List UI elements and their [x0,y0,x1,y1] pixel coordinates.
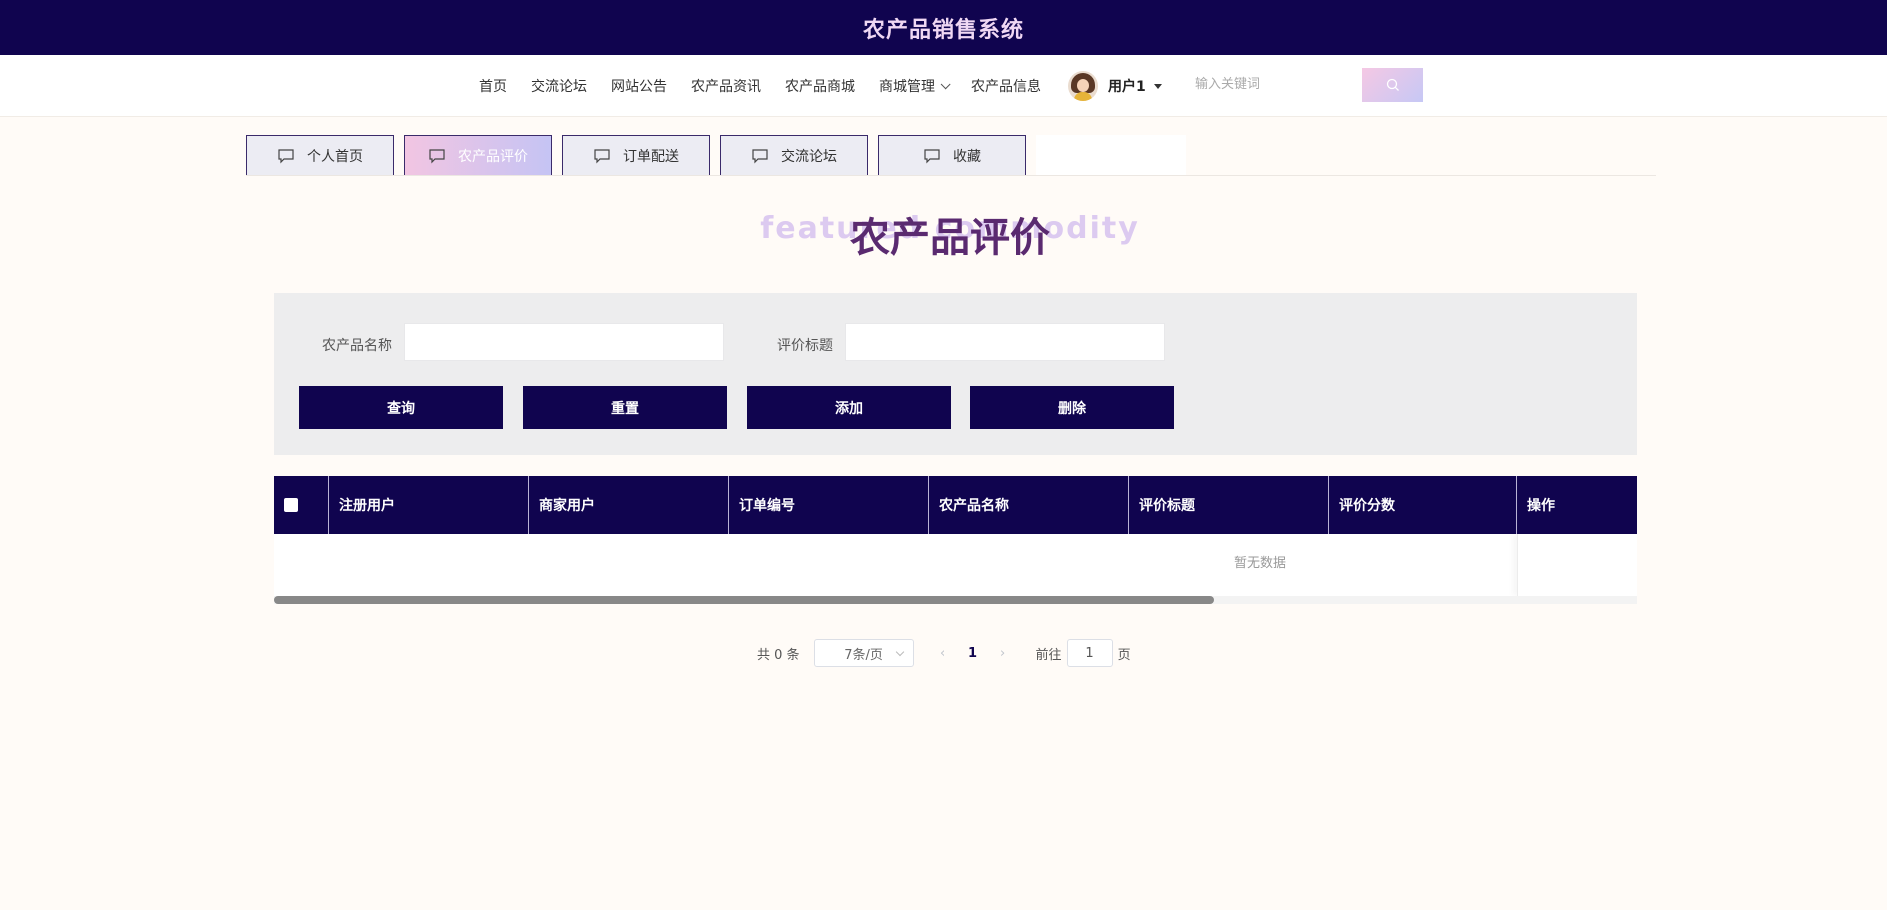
next-page-button[interactable]: › [988,639,1018,667]
goto-label: 前往 [1035,647,1062,663]
data-table: 注册用户 商家用户 订单编号 农产品名称 评价标题 评价分数 操作 暂无数据 [274,476,1637,604]
empty-state-text: 暂无数据 [1234,556,1287,571]
tab-personal-home[interactable]: 个人首页 [246,135,394,176]
review-title-label: 评价标题 [777,338,833,354]
page-suffix: 页 [1117,647,1131,663]
caret-down-icon [1153,83,1162,89]
select-all-cell [274,476,329,534]
tab-bar: 个人首页 农产品评价 订单配送 交流论坛 收藏 [246,135,1186,176]
product-name-label: 农产品名称 [322,338,392,354]
message-icon [752,148,768,163]
filter-panel: 农产品名称 评价标题 查询 重置 添加 删除 [274,293,1637,455]
message-icon [594,148,610,163]
nav-announcement[interactable]: 网站公告 [611,76,667,96]
nav-news[interactable]: 农产品资讯 [691,76,761,96]
goto-page-input[interactable]: 1 [1066,639,1113,667]
page-size-value: 7条/页 [844,647,883,663]
horizontal-scrollbar[interactable] [274,596,1637,604]
top-header: 农产品销售系统 [0,0,1887,55]
query-button[interactable]: 查询 [299,386,503,429]
divider [246,175,1656,176]
tab-order-delivery[interactable]: 订单配送 [562,135,710,176]
delete-button[interactable]: 删除 [970,386,1174,429]
search-icon [1386,78,1399,91]
total-count: 共 0 条 [757,647,800,663]
nav-mall-management[interactable]: 商城管理 [879,76,951,96]
tab-label: 订单配送 [623,148,679,165]
nav-mall[interactable]: 农产品商城 [785,76,855,96]
table-body: 暂无数据 [274,534,1637,596]
tab-label: 交流论坛 [781,148,837,165]
fixed-action-column [1517,534,1637,596]
nav-forum[interactable]: 交流论坛 [531,76,587,96]
page-size-select[interactable]: 7条/页 [813,639,914,667]
page-heading: featured commodity 农产品评价 [700,205,1200,261]
add-button[interactable]: 添加 [747,386,951,429]
tab-label: 收藏 [953,148,981,165]
nav-home[interactable]: 首页 [479,76,507,96]
column-header: 评价标题 [1129,476,1329,534]
user-name: 用户1 [1108,79,1146,95]
pagination: 共 0 条 7条/页 ‹ 1 › 前往 1 页 [757,639,1131,667]
column-header: 操作 [1527,498,1555,514]
table-header: 注册用户 商家用户 订单编号 农产品名称 评价标题 评价分数 操作 [274,476,1637,534]
scrollbar-thumb[interactable] [274,596,1214,604]
column-header: 商家用户 [529,476,729,534]
page-number[interactable]: 1 [958,639,988,667]
chevron-right-icon: › [999,645,1006,661]
user-menu[interactable]: 用户1 [1068,69,1162,103]
column-header: 注册用户 [329,476,529,534]
product-name-input[interactable] [404,323,724,361]
chevron-left-icon: ‹ [939,645,946,661]
tab-forum[interactable]: 交流论坛 [720,135,868,176]
navbar: 首页 交流论坛 网站公告 农产品资讯 农产品商城 商城管理 农产品信息 用户1 [0,55,1887,117]
nav-mall-management-label: 商城管理 [879,79,935,95]
tab-spacer [1036,135,1186,176]
message-icon [429,148,445,163]
prev-page-button[interactable]: ‹ [928,639,958,667]
tab-product-review[interactable]: 农产品评价 [404,135,552,176]
chevron-down-icon [940,78,951,89]
chevron-down-icon [895,647,904,657]
tab-favorites[interactable]: 收藏 [878,135,1026,176]
column-header: 农产品名称 [929,476,1129,534]
column-header: 评价分数 [1329,476,1517,534]
tab-label: 农产品评价 [458,148,528,165]
tab-label: 个人首页 [307,148,363,165]
reset-button[interactable]: 重置 [523,386,727,429]
message-icon [278,148,294,163]
select-all-checkbox[interactable] [284,498,298,512]
avatar [1068,71,1098,101]
search-input[interactable] [1184,67,1362,101]
column-header: 订单编号 [729,476,929,534]
site-title: 农产品销售系统 [862,17,1024,43]
nav-menu: 首页 交流论坛 网站公告 农产品资讯 农产品商城 商城管理 农产品信息 [479,55,1065,117]
review-title-input[interactable] [845,323,1165,361]
nav-product-info[interactable]: 农产品信息 [971,76,1041,96]
message-icon [924,148,940,163]
search-button[interactable] [1362,68,1423,102]
page-title: 农产品评价 [850,215,1050,261]
